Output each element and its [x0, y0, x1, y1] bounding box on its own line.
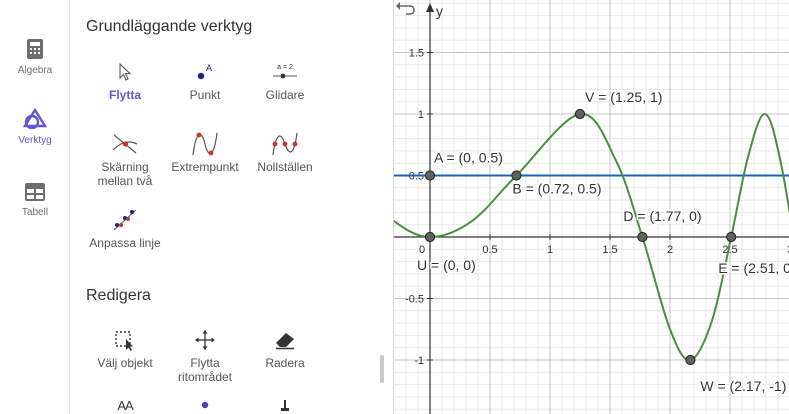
rail-label-tabell: Tabell [21, 207, 49, 218]
calculator-icon [27, 39, 43, 59]
move-graphics-view-icon [195, 330, 215, 350]
tools-panel: Grundläggande verktyg Flytta A Punkt a =… [71, 0, 393, 414]
tool-label: Välj objekt [97, 356, 153, 370]
tool-skarning[interactable]: Skärning mellan två [85, 130, 165, 188]
point-label-A: A = (0, 0.5) [434, 150, 503, 166]
tool-glidare[interactable]: a = 2 Glidare [245, 58, 325, 102]
tool-flytta-ritomradet[interactable]: Flytta ritområdet [165, 326, 245, 384]
y-tick-label: 1.5 [409, 48, 424, 60]
rail-label-verktyg: Verktyg [18, 135, 52, 146]
select-objects-icon [115, 331, 133, 351]
y-axis-label: y [436, 3, 443, 19]
intersect-icon [112, 134, 138, 154]
rail-item-algebra[interactable]: Algebra [0, 38, 70, 98]
slider-icon-text: a = 2 [277, 64, 293, 71]
roots-icon [272, 132, 298, 156]
tool-punkt[interactable]: A Punkt [165, 58, 245, 102]
tool-valj-objekt[interactable]: Välj objekt [85, 326, 165, 370]
tool-pin[interactable] [245, 398, 325, 414]
table-icon [25, 183, 45, 201]
tool-label: Flytta ritområdet [177, 356, 233, 384]
tool-extrempunkt[interactable]: Extrempunkt [165, 130, 245, 174]
tool-label: Glidare [265, 88, 305, 102]
x-tick-label: 1 [547, 244, 553, 256]
tool-label: Punkt [189, 88, 221, 102]
point-E[interactable] [726, 231, 737, 243]
rail-label-algebra: Algebra [17, 65, 53, 76]
point-label-D: D = (1.77, 0) [623, 208, 701, 224]
tool-label: Nollställen [257, 160, 313, 174]
rail-item-verktyg[interactable]: Verktyg [0, 108, 70, 168]
svg-text:A: A [206, 63, 212, 73]
x-tick-labels: 00.511.522.53 [419, 244, 789, 256]
left-navigation-rail: Algebra Verktyg Tabell [0, 0, 70, 414]
x-tick-label: 0.5 [482, 244, 497, 256]
point-label-E: E = (2.51, 0) [718, 260, 789, 276]
point-label-V: V = (1.25, 1) [585, 89, 662, 105]
tool-anpassa-linje[interactable]: Anpassa linje [85, 206, 165, 250]
point-label-U: U = (0, 0) [417, 257, 476, 273]
tool-label: Flytta [108, 88, 141, 102]
point-label-W: W = (2.17, -1) [700, 378, 786, 394]
tool-label: Skärning mellan två [97, 160, 153, 188]
tools-shapes-icon [23, 108, 47, 130]
rail-item-tabell[interactable]: Tabell [0, 182, 70, 242]
point-label-B: B = (0.72, 0.5) [512, 181, 601, 197]
section-title-edit: Redigera [86, 287, 151, 304]
tool-text-style[interactable]: AA [85, 398, 165, 414]
tool-point-on-object[interactable] [165, 400, 245, 414]
move-arrow-icon [119, 62, 132, 81]
tool-label: Radera [265, 356, 305, 370]
undo-icon[interactable] [394, 0, 416, 18]
tool-label: Anpassa linje [89, 236, 161, 250]
grid-major [394, 0, 789, 414]
text-style-icon: AA [117, 398, 133, 413]
pin-icon [281, 400, 289, 411]
eraser-icon [276, 333, 294, 350]
section-title-basic-tools: Grundläggande verktyg [86, 18, 253, 35]
y-tick-label: 1 [418, 109, 424, 121]
x-tick-label: 1.5 [602, 244, 617, 256]
point-A[interactable] [424, 170, 436, 181]
point-D[interactable] [637, 231, 648, 243]
slider-icon: a = 2 [273, 64, 297, 79]
panel-scrollbar[interactable] [380, 355, 384, 383]
fit-line-icon [113, 209, 137, 231]
y-tick-label: -0.5 [405, 294, 424, 306]
tool-flytta[interactable]: Flytta [85, 58, 165, 102]
point-V[interactable] [574, 108, 586, 120]
tool-radera[interactable]: Radera [245, 326, 325, 370]
point-W[interactable] [685, 354, 696, 366]
extremum-icon [192, 132, 218, 156]
graph-canvas[interactable]: y 00.511.522.53 1.510.5-0.5-1 A = (0, 0.… [394, 0, 789, 414]
x-tick-label: 0 [419, 244, 425, 256]
y-tick-label: -1 [414, 355, 424, 367]
graphics-view[interactable]: y 00.511.522.53 1.510.5-0.5-1 A = (0, 0.… [393, 0, 789, 414]
point-icon: A [197, 63, 212, 80]
x-tick-label: 2 [667, 244, 673, 256]
tool-label: Extrempunkt [171, 160, 239, 174]
y-axis-arrow [426, 3, 434, 12]
point-U[interactable] [424, 231, 436, 243]
point-on-object-icon [201, 401, 209, 409]
tool-nollstallen[interactable]: Nollställen [245, 130, 325, 174]
point-B[interactable] [511, 170, 522, 181]
y-tick-labels: 1.510.5-0.5-1 [405, 48, 424, 368]
